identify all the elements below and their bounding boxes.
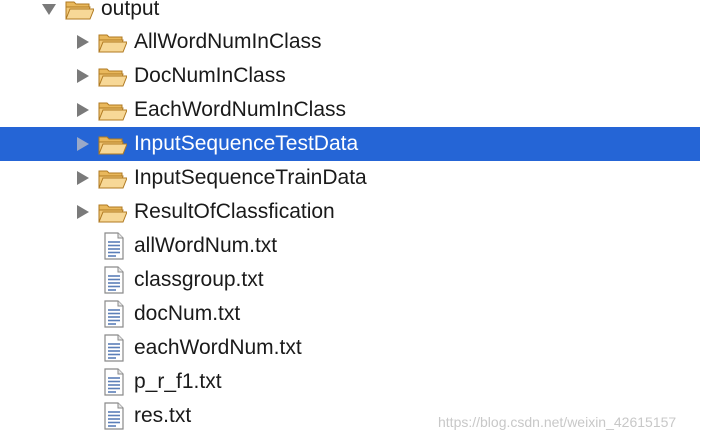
tree-row-label: docNum.txt	[134, 302, 241, 325]
open-folder-icon	[64, 0, 94, 26]
tree-row-folder[interactable]: AllWordNumInClass	[0, 25, 716, 59]
tree-row-file[interactable]: p_r_f1.txt	[0, 365, 716, 399]
open-folder-icon	[97, 161, 127, 195]
watermark-text: https://blog.csdn.net/weixin_42615157	[438, 414, 677, 430]
text-file-icon	[99, 229, 129, 263]
open-folder-icon	[97, 25, 127, 59]
tree-row-file[interactable]: classgroup.txt	[0, 263, 716, 297]
tree-row-label: InputSequenceTestData	[134, 132, 359, 155]
collapsed-triangle-icon[interactable]	[74, 161, 92, 195]
tree-row-label: p_r_f1.txt	[134, 370, 222, 393]
tree-row-output[interactable]: output	[0, 0, 716, 26]
collapsed-triangle-icon[interactable]	[74, 25, 92, 59]
collapsed-triangle-icon[interactable]	[74, 195, 92, 229]
text-file-icon	[99, 263, 129, 297]
tree-row-folder[interactable]: ResultOfClassfication	[0, 195, 716, 229]
tree-row-label: ResultOfClassfication	[134, 200, 335, 223]
tree-row-file[interactable]: allWordNum.txt	[0, 229, 716, 263]
expand-triangle-icon[interactable]	[40, 0, 58, 26]
tree-row-label: EachWordNumInClass	[134, 98, 347, 121]
text-file-icon	[99, 331, 129, 365]
tree-row-label: output	[101, 0, 160, 20]
open-folder-icon	[97, 195, 127, 229]
text-file-icon	[99, 365, 129, 399]
open-folder-icon	[97, 59, 127, 93]
collapsed-triangle-icon[interactable]	[74, 93, 92, 127]
text-file-icon	[99, 399, 129, 433]
tree-row-folder[interactable]: DocNumInClass	[0, 59, 716, 93]
tree-row-label: eachWordNum.txt	[134, 336, 302, 359]
collapsed-triangle-icon[interactable]	[74, 59, 92, 93]
tree-row-label: classgroup.txt	[134, 268, 264, 291]
tree-row-label: allWordNum.txt	[134, 234, 278, 257]
project-explorer-tree: output AllWordNumInClass DocNumInClass E…	[0, 0, 716, 446]
tree-row-label: DocNumInClass	[134, 64, 286, 87]
tree-row-folder[interactable]: EachWordNumInClass	[0, 93, 716, 127]
tree-row-folder[interactable]: InputSequenceTrainData	[0, 161, 716, 195]
tree-row-label: InputSequenceTrainData	[134, 166, 367, 189]
text-file-icon	[99, 297, 129, 331]
tree-row-file[interactable]: docNum.txt	[0, 297, 716, 331]
collapsed-triangle-icon[interactable]	[74, 127, 92, 161]
tree-row-label: AllWordNumInClass	[134, 30, 322, 53]
open-folder-icon	[97, 127, 127, 161]
tree-row-file[interactable]: eachWordNum.txt	[0, 331, 716, 365]
tree-row-label: res.txt	[134, 404, 192, 427]
tree-row-folder-selected[interactable]: InputSequenceTestData	[0, 127, 716, 161]
open-folder-icon	[97, 93, 127, 127]
